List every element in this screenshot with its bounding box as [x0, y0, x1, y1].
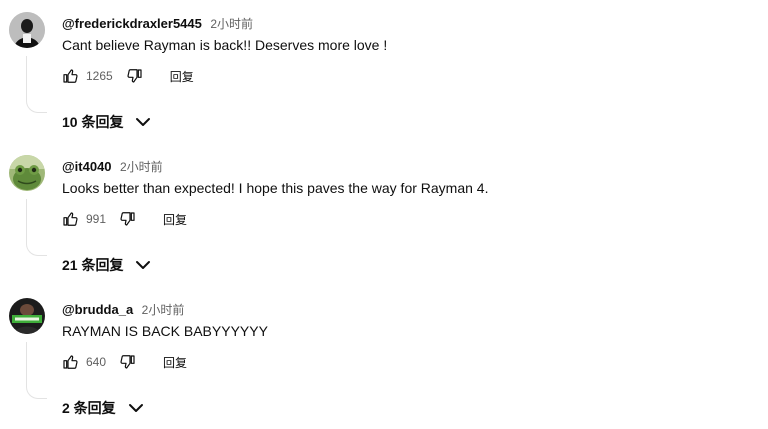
- thumbs-up-icon[interactable]: [62, 353, 78, 371]
- avatar[interactable]: [9, 12, 45, 48]
- comment-thread: @it4040 2小时前 Looks better than expected!…: [0, 143, 768, 286]
- comment-actions: 640 回复: [62, 352, 187, 372]
- comment-header: @brudda_a 2小时前: [62, 301, 184, 319]
- view-replies-button[interactable]: 2 条回复: [62, 398, 144, 418]
- comment-actions: 1265 回复: [62, 66, 194, 86]
- thread-connector: [26, 199, 47, 256]
- comment-text: Looks better than expected! I hope this …: [62, 180, 489, 196]
- like-count: 640: [86, 355, 107, 369]
- comment-thread: @frederickdraxler5445 2小时前 Cant believe …: [0, 0, 768, 143]
- thumbs-down-icon[interactable]: [120, 210, 136, 228]
- reply-button[interactable]: 回复: [170, 68, 194, 85]
- green-banner-avatar-icon: [9, 298, 45, 334]
- comment-time[interactable]: 2小时前: [120, 160, 163, 174]
- green-frog-avatar-icon: [9, 155, 45, 191]
- reply-button[interactable]: 回复: [163, 354, 187, 371]
- comment-author[interactable]: @frederickdraxler5445: [62, 16, 202, 31]
- comment-actions: 991 回复: [62, 209, 187, 229]
- comment-author[interactable]: @it4040: [62, 159, 112, 174]
- replies-count-label: 2 条回复: [62, 400, 116, 416]
- avatar[interactable]: [9, 298, 45, 334]
- view-replies-button[interactable]: 21 条回复: [62, 255, 151, 275]
- reply-button[interactable]: 回复: [163, 211, 187, 228]
- comment-text: RAYMAN IS BACK BABYYYYYY: [62, 323, 268, 339]
- thumbs-down-icon[interactable]: [127, 67, 143, 85]
- like-count: 991: [86, 212, 107, 226]
- comment-author[interactable]: @brudda_a: [62, 302, 133, 317]
- comment-time[interactable]: 2小时前: [210, 17, 253, 31]
- thread-connector: [26, 342, 47, 399]
- chevron-down-icon: [135, 117, 151, 127]
- comment-thread: @brudda_a 2小时前 RAYMAN IS BACK BABYYYYYY …: [0, 286, 768, 429]
- thumbs-down-icon[interactable]: [120, 353, 136, 371]
- chevron-down-icon: [128, 403, 144, 413]
- view-replies-button[interactable]: 10 条回复: [62, 112, 151, 132]
- thread-connector: [26, 56, 47, 113]
- thumbs-up-icon[interactable]: [62, 210, 78, 228]
- comment-header: @frederickdraxler5445 2小时前: [62, 15, 253, 33]
- comment-text: Cant believe Rayman is back!! Deserves m…: [62, 37, 388, 53]
- dark-silhouette-avatar-icon: [9, 12, 45, 48]
- comment-time[interactable]: 2小时前: [142, 303, 185, 317]
- like-count: 1265: [86, 69, 113, 83]
- comment-header: @it4040 2小时前: [62, 158, 163, 176]
- thumbs-up-icon[interactable]: [62, 67, 78, 85]
- replies-count-label: 10 条回复: [62, 114, 124, 130]
- replies-count-label: 21 条回复: [62, 257, 124, 273]
- chevron-down-icon: [135, 260, 151, 270]
- avatar[interactable]: [9, 155, 45, 191]
